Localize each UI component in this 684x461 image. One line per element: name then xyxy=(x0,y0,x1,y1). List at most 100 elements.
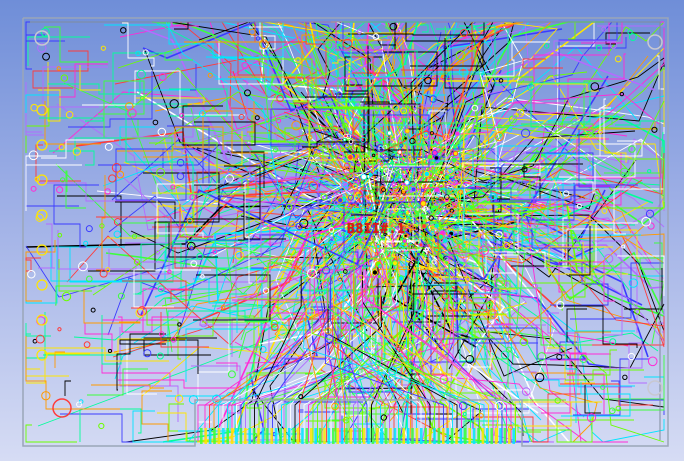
connector-finger xyxy=(257,428,260,444)
via-pad xyxy=(275,117,282,124)
via-pad xyxy=(418,242,424,248)
connector-finger xyxy=(508,428,511,444)
connector-finger xyxy=(283,428,287,444)
via-pad xyxy=(83,240,89,246)
via-pad xyxy=(444,174,450,180)
via-pad xyxy=(36,279,48,291)
via-pad xyxy=(248,28,256,36)
connector-finger xyxy=(442,428,445,444)
connector-finger xyxy=(296,428,300,444)
via-pad xyxy=(438,234,444,240)
via-pad xyxy=(76,401,82,408)
connector-finger xyxy=(486,428,489,444)
connector-finger xyxy=(323,428,326,444)
via-pad xyxy=(343,157,348,162)
via-pad xyxy=(433,155,440,161)
via-pad xyxy=(434,247,439,253)
via-pad xyxy=(398,275,404,282)
via-pad xyxy=(104,188,111,195)
via-pad xyxy=(453,150,459,157)
via-pad xyxy=(628,278,639,288)
via-pad xyxy=(429,147,434,152)
connector-finger xyxy=(239,428,243,444)
connector-finger xyxy=(437,428,441,444)
via-pad xyxy=(608,407,616,415)
connector-finger xyxy=(235,428,238,444)
via-pad xyxy=(57,232,63,238)
via-pad xyxy=(152,119,159,126)
via-pad xyxy=(343,133,348,139)
trace xyxy=(118,379,239,389)
connector-finger xyxy=(455,428,458,444)
trace xyxy=(420,24,429,33)
via-pad xyxy=(392,260,398,267)
connector-finger xyxy=(398,428,401,444)
trace-layer xyxy=(25,20,665,443)
via-pad xyxy=(447,204,451,208)
trace xyxy=(25,22,32,70)
connector-finger xyxy=(327,428,331,444)
connector-finger xyxy=(415,428,419,444)
via-pad xyxy=(241,61,249,69)
via-pad xyxy=(601,208,608,214)
via-pad xyxy=(576,246,582,252)
connector-finger xyxy=(230,428,234,444)
connector-finger xyxy=(481,428,485,444)
via-pad xyxy=(387,130,393,136)
trace xyxy=(133,269,211,308)
via-pad xyxy=(375,244,381,249)
connector-finger xyxy=(420,428,423,444)
connector-finger xyxy=(371,428,375,444)
connector-finger xyxy=(288,428,291,444)
via-pad xyxy=(107,348,113,354)
via-pad xyxy=(143,349,152,358)
trace xyxy=(83,289,141,324)
trace xyxy=(641,275,665,277)
via-pad xyxy=(90,307,96,313)
via-pad xyxy=(120,27,127,34)
trace xyxy=(605,32,650,45)
via-pad xyxy=(254,115,260,121)
via-pad xyxy=(42,52,50,61)
mounting-hole-icon xyxy=(34,30,50,46)
via-pad xyxy=(397,149,403,155)
via-pad xyxy=(442,271,447,276)
via-pad xyxy=(325,41,333,49)
connector-finger xyxy=(217,428,221,444)
connector-finger xyxy=(433,428,436,444)
connector-finger xyxy=(345,428,348,444)
via-pad xyxy=(100,45,106,51)
connector-finger xyxy=(450,428,454,444)
trace xyxy=(547,312,632,388)
connector-finger xyxy=(512,428,515,444)
connector-finger xyxy=(292,428,295,444)
via-pad xyxy=(403,233,408,238)
via-pad xyxy=(462,411,467,416)
via-pad xyxy=(156,352,164,360)
via-pad xyxy=(628,33,637,42)
connector-finger xyxy=(358,428,361,444)
via-pad xyxy=(621,244,626,249)
pcb-board-canvas[interactable] xyxy=(0,0,684,461)
pcb-layout-viewport[interactable]: B8II#.1 xyxy=(0,0,684,461)
via-pad xyxy=(28,150,39,161)
via-pad xyxy=(622,374,628,380)
connector-finger xyxy=(244,428,247,444)
connector-finger xyxy=(310,428,313,444)
via-pad xyxy=(647,222,655,230)
connector-finger xyxy=(464,428,467,444)
via-pad xyxy=(244,89,251,97)
via-pad xyxy=(104,142,113,151)
connector-finger xyxy=(252,428,256,444)
via-pad xyxy=(30,185,37,192)
trace xyxy=(42,66,108,108)
connector-finger xyxy=(472,428,476,444)
trace xyxy=(573,240,623,336)
via-pad xyxy=(395,218,400,222)
trace xyxy=(96,175,106,271)
connector-finger xyxy=(248,428,251,444)
via-pad xyxy=(609,41,618,49)
connector-finger xyxy=(389,428,392,444)
trace xyxy=(44,26,108,63)
via-pad xyxy=(377,274,382,279)
